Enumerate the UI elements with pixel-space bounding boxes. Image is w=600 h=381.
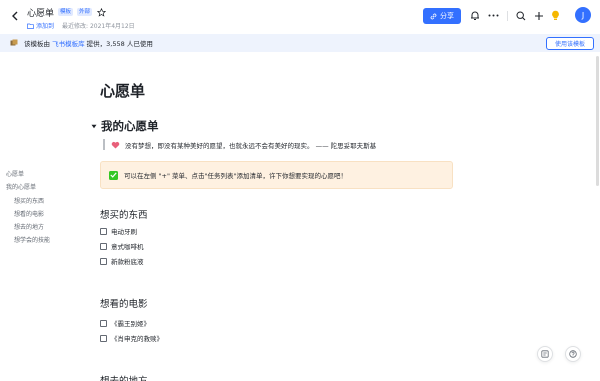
check-mark-icon bbox=[109, 170, 118, 180]
create-button[interactable] bbox=[532, 9, 545, 22]
quote-block[interactable]: 没有梦想，即没有某种美好的愿望，也就永远不会有美好的现实。 —— 陀思妥耶夫斯基 bbox=[103, 139, 376, 150]
banner-suffix: 提供，3,558 人已使用 bbox=[86, 40, 153, 48]
add-to-folder-link[interactable]: 添加到 bbox=[27, 21, 54, 30]
todo-item: 《霸王别姬》 bbox=[100, 318, 150, 328]
heading-movies[interactable]: 想看的电影 bbox=[100, 296, 148, 310]
modified-time: 最近修改: 2021年4月12日 bbox=[62, 23, 135, 30]
todo-text[interactable]: 电动牙刷 bbox=[111, 226, 137, 236]
top-bar: 心愿单 模板 外部 添加到 最近修改: 2021年4月12日 分享 J bbox=[0, 0, 600, 33]
outline-item-places[interactable]: 想去的地方 bbox=[6, 221, 50, 234]
template-tag: 模板 bbox=[58, 8, 74, 16]
use-template-button[interactable]: 使用该模板 bbox=[546, 37, 594, 50]
collapse-toggle[interactable] bbox=[90, 123, 97, 130]
outline-item-my-wishlist[interactable]: 我的心愿单 bbox=[6, 181, 50, 194]
todo-checkbox[interactable] bbox=[100, 319, 107, 327]
star-button[interactable] bbox=[96, 7, 106, 17]
help-icon bbox=[569, 350, 577, 358]
share-label: 分享 bbox=[440, 12, 454, 20]
banner-text: 该模板由 飞书模板库 提供，3,558 人已使用 bbox=[24, 38, 153, 48]
outline-item-title[interactable]: 心愿单 bbox=[6, 168, 50, 181]
template-icon bbox=[10, 39, 18, 46]
folder-icon bbox=[27, 23, 34, 29]
lightbulb-icon bbox=[552, 10, 559, 20]
todo-text[interactable]: 意式咖啡机 bbox=[111, 241, 144, 251]
comment-icon bbox=[541, 350, 549, 358]
search-button[interactable] bbox=[514, 9, 527, 22]
todo-item: 新款粉底液 bbox=[100, 256, 144, 266]
template-banner: 该模板由 飞书模板库 提供，3,558 人已使用 bbox=[0, 34, 600, 52]
banner-prefix: 该模板由 bbox=[24, 40, 50, 48]
more-icon bbox=[488, 14, 499, 17]
outline-item-skills[interactable]: 想学会的技能 bbox=[6, 234, 50, 247]
star-icon bbox=[96, 7, 106, 17]
help-button[interactable] bbox=[565, 346, 581, 362]
title-area: 心愿单 模板 外部 添加到 最近修改: 2021年4月12日 bbox=[27, 6, 135, 30]
template-library-link[interactable]: 飞书模板库 bbox=[52, 40, 85, 48]
todo-item: 电动牙刷 bbox=[100, 226, 137, 236]
header-divider bbox=[507, 11, 508, 21]
todo-item: 意式咖啡机 bbox=[100, 241, 144, 251]
comments-button[interactable] bbox=[537, 346, 553, 362]
more-button[interactable] bbox=[487, 9, 500, 22]
todo-checkbox[interactable] bbox=[100, 227, 107, 235]
heading-row: 我的心愿单 bbox=[90, 118, 159, 134]
heart-icon bbox=[111, 141, 120, 149]
todo-text[interactable]: 新款粉底液 bbox=[111, 256, 144, 266]
todo-checkbox[interactable] bbox=[100, 242, 107, 250]
outline-panel: 心愿单 我的心愿单 想买的东西 想看的电影 想去的地方 想学会的技能 bbox=[6, 168, 50, 248]
bell-icon bbox=[470, 11, 479, 20]
outline-item-movies[interactable]: 想看的电影 bbox=[6, 208, 50, 221]
todo-checkbox[interactable] bbox=[100, 334, 107, 342]
page-title[interactable]: 心愿单 bbox=[100, 80, 145, 101]
doc-title[interactable]: 心愿单 bbox=[27, 6, 54, 19]
caret-down-icon bbox=[91, 124, 96, 128]
quote-text: 没有梦想，即没有某种美好的愿望，也就永远不会有美好的现实。 —— 陀思妥耶夫斯基 bbox=[125, 141, 377, 150]
todo-text[interactable]: 《肖申克的救赎》 bbox=[111, 333, 163, 343]
back-button[interactable] bbox=[8, 9, 22, 23]
callout-text: 可以在左侧 "+" 菜单、点击"任务列表"添加清单，许下你想要实现的心愿吧！ bbox=[124, 172, 348, 180]
callout-block[interactable]: 可以在左侧 "+" 菜单、点击"任务列表"添加清单，许下你想要实现的心愿吧！ bbox=[100, 161, 453, 189]
folder-label: 添加到 bbox=[36, 23, 55, 30]
search-icon bbox=[515, 10, 525, 20]
chevron-left-icon bbox=[12, 11, 18, 21]
notification-button[interactable] bbox=[468, 9, 481, 22]
heading-buy[interactable]: 想买的东西 bbox=[100, 207, 148, 221]
todo-text[interactable]: 《霸王别姬》 bbox=[111, 318, 150, 328]
todo-checkbox[interactable] bbox=[100, 257, 107, 265]
link-icon bbox=[430, 13, 437, 19]
external-tag: 外部 bbox=[77, 8, 93, 16]
user-avatar[interactable]: J bbox=[575, 7, 591, 23]
plus-icon bbox=[534, 11, 543, 20]
heading-places[interactable]: 想去的地方 bbox=[100, 373, 148, 381]
share-button[interactable]: 分享 bbox=[423, 8, 461, 24]
todo-item: 《肖申克的救赎》 bbox=[100, 333, 163, 343]
heading-my-wishlist[interactable]: 我的心愿单 bbox=[101, 118, 159, 134]
scrollbar[interactable] bbox=[596, 56, 599, 186]
outline-item-buy[interactable]: 想买的东西 bbox=[6, 195, 50, 208]
tips-button[interactable] bbox=[549, 9, 562, 22]
